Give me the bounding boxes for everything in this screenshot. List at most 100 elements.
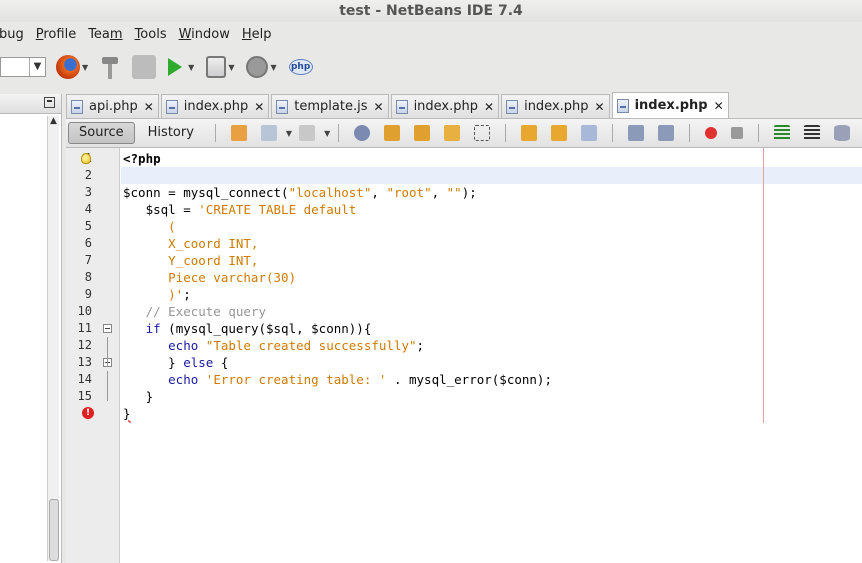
toggle-bookmark-icon[interactable] [581,125,598,141]
history-view-button[interactable]: History [137,122,205,144]
code-line[interactable]: } [123,405,131,422]
gutter-line[interactable]: 6 [66,235,120,252]
gutter-line[interactable]: 14 [66,371,120,388]
close-icon[interactable]: ✕ [484,100,494,114]
chevron-down-icon[interactable]: ▼ [82,63,88,72]
last-edit-icon[interactable] [230,125,247,141]
minimize-icon[interactable] [44,97,55,108]
close-icon[interactable]: ✕ [595,100,605,114]
code-line[interactable]: Y_coord INT, [123,252,258,269]
gutter-line[interactable]: 11 [66,320,120,337]
code-line[interactable]: ( [123,218,176,235]
code-line[interactable]: } [123,388,154,405]
menu-bug[interactable]: bug [0,27,24,42]
code-line[interactable]: Piece varchar(30) [123,269,296,286]
browser-button[interactable]: ▼ [56,55,88,79]
code-line[interactable]: <?php [123,150,161,167]
shift-right-icon[interactable] [658,125,675,141]
editor-tab-0[interactable]: api.php ✕ [66,94,159,118]
fold-toggle-icon[interactable] [103,324,112,333]
chevron-down-icon[interactable]: ▼ [286,129,292,138]
editor-tab-3[interactable]: index.php ✕ [390,94,500,118]
comment-icon[interactable] [774,125,791,141]
project-panel-scrollbar[interactable]: ▲ [47,116,59,561]
debug-button[interactable]: ▼ [206,56,234,78]
menu-profile[interactable]: Profile [36,27,76,42]
configuration-combo[interactable]: ▼ [0,57,46,77]
gutter-line[interactable]: 8 [66,269,120,286]
code-token: else [183,355,214,370]
code-line[interactable]: X_coord INT, [123,235,258,252]
build-button[interactable] [100,55,120,79]
next-bookmark-icon[interactable] [551,125,568,141]
code-line[interactable]: } else { [123,354,228,371]
run-button[interactable]: ▼ [168,58,194,76]
chevron-down-icon[interactable]: ▼ [188,63,194,72]
gutter-line[interactable]: 2 [66,167,120,184]
code-token: // Execute query [123,304,266,319]
profile-button[interactable]: ▼ [246,56,277,78]
gutter-line[interactable]: ! [66,405,120,422]
editor-tab-4[interactable]: index.php ✕ [501,94,610,118]
code-line[interactable]: $sql = 'CREATE TABLE default [123,201,357,218]
code-line[interactable]: )'; [123,286,191,303]
editor-gutter[interactable]: 123456789101112131415! [66,148,120,563]
error-icon[interactable]: ! [82,407,94,419]
chevron-down-icon[interactable]: ▼ [29,58,45,76]
close-icon[interactable]: ✕ [714,99,724,113]
gutter-line[interactable]: 7 [66,252,120,269]
code-line[interactable]: echo "Table created successfully"; [123,337,424,354]
editor-tab-5[interactable]: index.php ✕ [611,92,729,118]
toggle-highlight-icon[interactable] [444,125,461,141]
close-icon[interactable]: ✕ [374,100,384,114]
close-icon[interactable]: ✕ [254,100,264,114]
scroll-up-icon[interactable]: ▲ [48,116,59,126]
gutter-line[interactable]: 4 [66,201,120,218]
editor-tab-2[interactable]: template.js ✕ [271,94,389,118]
code-line[interactable]: if (mysql_query($sql, $conn)){ [123,320,372,337]
hint-bulb-icon[interactable] [81,153,91,164]
find-icon[interactable] [354,125,371,141]
back-icon[interactable] [260,125,277,141]
chevron-down-icon[interactable]: ▼ [228,63,234,72]
chevron-down-icon[interactable]: ▼ [270,63,276,72]
gutter-line[interactable]: 1 [66,150,120,167]
clean-build-button[interactable] [132,55,157,79]
rect-selection-icon[interactable] [474,125,491,141]
gutter-line[interactable]: 12 [66,337,120,354]
code-line[interactable]: $conn = mysql_connect("localhost", "root… [123,184,477,201]
code-editor[interactable]: 123456789101112131415! <?php$conn = mysq… [66,148,862,563]
gutter-line[interactable]: 3 [66,184,120,201]
code-line[interactable]: echo 'Error creating table: ' . mysql_er… [123,371,552,388]
close-icon[interactable]: ✕ [144,100,154,114]
code-token: "root" [386,185,432,200]
menu-window[interactable]: Window [179,27,230,42]
uncomment-icon[interactable] [804,125,821,141]
menu-tools[interactable]: Tools [135,27,167,42]
menu-help[interactable]: Help [242,27,272,42]
gutter-line[interactable]: 13 [66,354,120,371]
shift-left-icon[interactable] [628,125,645,141]
code-line[interactable]: // Execute query [123,303,266,320]
previous-bookmark-icon[interactable] [521,125,538,141]
database-icon[interactable] [834,125,851,141]
gutter-line[interactable]: 15 [66,388,120,405]
php-button[interactable]: php [288,59,313,75]
source-view-button[interactable]: Source [68,122,135,144]
gutter-line[interactable]: 9 [66,286,120,303]
find-next-icon[interactable] [414,125,431,141]
start-macro-record-icon[interactable] [705,127,718,139]
line-number: 10 [77,304,92,318]
chevron-down-icon[interactable]: ▼ [324,129,330,138]
menu-team[interactable]: Team [88,27,122,42]
stop-macro-record-icon[interactable] [731,127,744,139]
forward-icon[interactable] [299,125,316,141]
gutter-line[interactable]: 5 [66,218,120,235]
find-previous-icon[interactable] [384,125,401,141]
editor-tab-1[interactable]: index.php ✕ [160,94,270,118]
editor-tab-label: api.php [89,99,138,114]
project-panel: ▲ [0,94,62,563]
scrollbar-thumb[interactable] [49,499,59,561]
gutter-line[interactable]: 10 [66,303,120,320]
